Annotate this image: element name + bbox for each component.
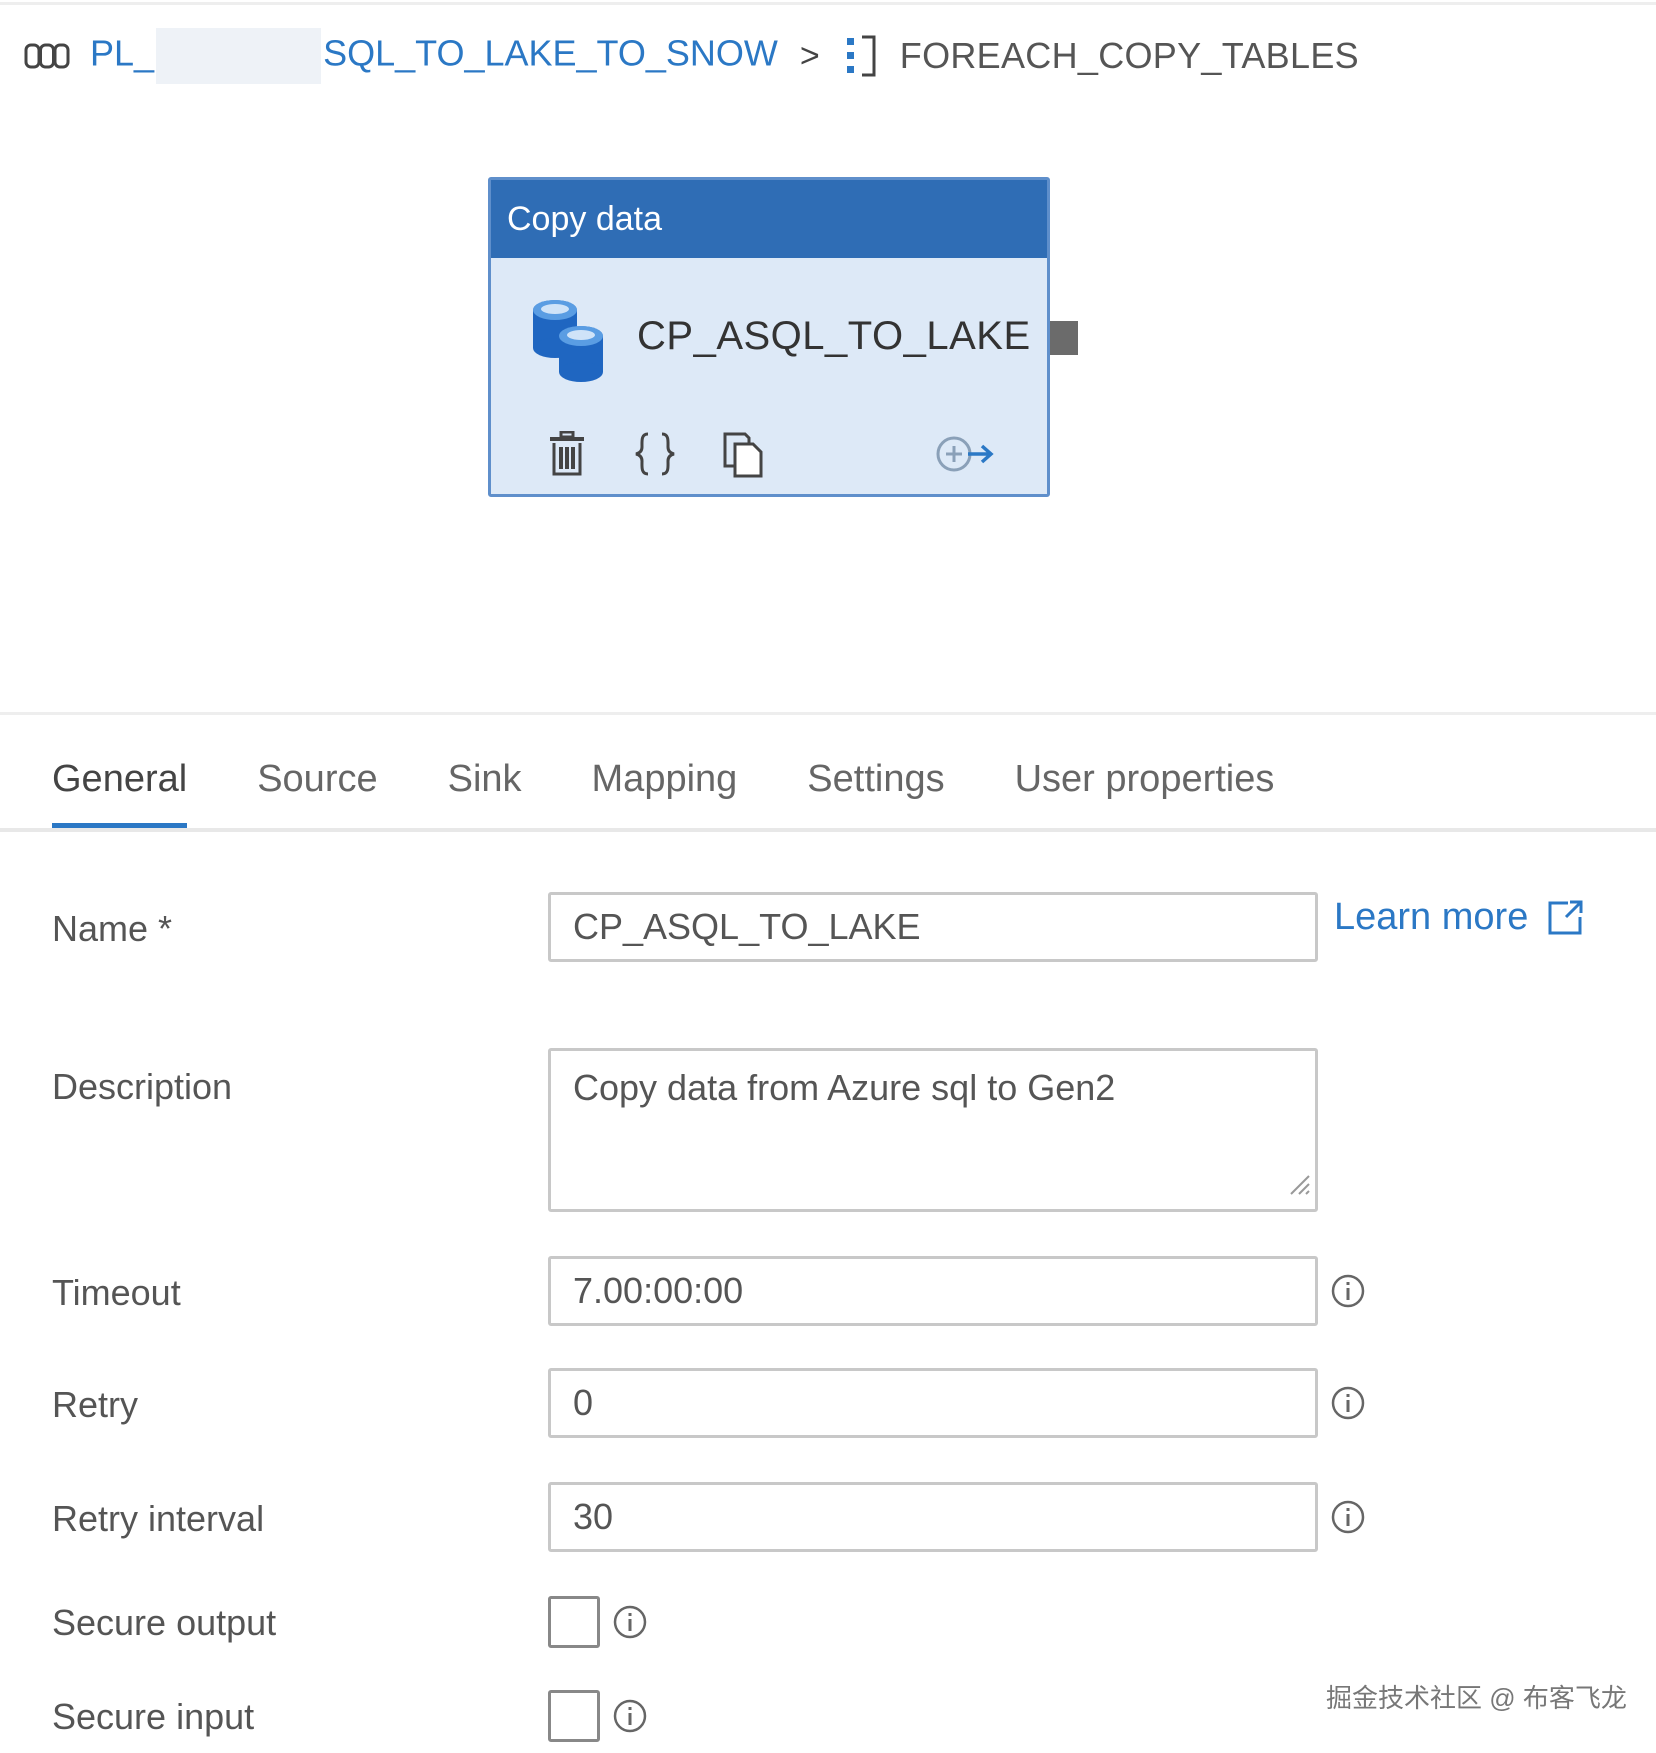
retry-interval-label: Retry interval — [52, 1498, 265, 1539]
name-label-text: Name — [52, 908, 149, 949]
resize-grip-icon[interactable] — [1285, 1163, 1311, 1205]
secure-input-info-icon[interactable] — [612, 1698, 648, 1734]
activity-name: CP_ASQL_TO_LAKE — [637, 314, 1031, 358]
breadcrumb-separator: > — [799, 36, 820, 75]
top-divider — [0, 2, 1656, 5]
timeout-info-icon[interactable] — [1330, 1273, 1366, 1309]
learn-more-text: Learn more — [1334, 896, 1529, 938]
breadcrumb-pipeline-prefix: PL_ — [90, 32, 155, 74]
retry-interval-info-icon[interactable] — [1330, 1499, 1366, 1535]
output-connector-handle[interactable] — [1050, 321, 1078, 355]
foreach-icon — [844, 34, 878, 78]
activity-card-body: CP_ASQL_TO_LAKE — [491, 258, 1047, 494]
redacted-region — [156, 28, 322, 84]
name-field[interactable]: CP_ASQL_TO_LAKE — [548, 892, 1318, 962]
description-label: Description — [52, 1066, 233, 1107]
breadcrumb-pipeline-link[interactable]: PL_ SQL_TO_LAKE_TO_SNOW — [90, 28, 778, 84]
canvas-divider — [0, 712, 1656, 715]
tab-source[interactable]: Source — [257, 752, 377, 828]
secure-input-label: Secure input — [52, 1696, 255, 1737]
clone-icon[interactable] — [717, 428, 769, 480]
delete-icon[interactable] — [541, 428, 593, 480]
retry-label: Retry — [52, 1384, 139, 1425]
breadcrumb-current: FOREACH_COPY_TABLES — [899, 35, 1359, 76]
add-output-icon[interactable] — [933, 428, 997, 480]
description-textarea[interactable]: Copy data from Azure sql to Gen2 — [548, 1048, 1318, 1212]
retry-info-icon[interactable] — [1330, 1385, 1366, 1421]
description-value: Copy data from Azure sql to Gen2 — [573, 1067, 1116, 1108]
breadcrumb: PL_ SQL_TO_LAKE_TO_SNOW > FOREACH_COPY_TA… — [24, 28, 1359, 84]
pipeline-icon — [24, 42, 70, 70]
copy-data-activity-card[interactable]: Copy data CP_ASQL_TO_LAKE — [488, 177, 1050, 497]
external-link-icon — [1546, 899, 1584, 937]
timeout-value: 7.00:00:00 — [573, 1270, 744, 1311]
secure-output-info-icon[interactable] — [612, 1604, 648, 1640]
tab-sink[interactable]: Sink — [448, 752, 522, 828]
tabs-divider — [0, 828, 1656, 832]
required-marker: * — [158, 908, 173, 949]
code-braces-icon[interactable] — [629, 428, 681, 480]
activity-actions — [541, 428, 769, 480]
name-label: Name * — [52, 908, 172, 950]
secure-output-label: Secure output — [52, 1602, 277, 1643]
database-icon — [527, 296, 609, 389]
retry-interval-field[interactable]: 30 — [548, 1482, 1318, 1552]
secure-output-checkbox[interactable] — [548, 1596, 600, 1648]
tab-mapping[interactable]: Mapping — [592, 752, 738, 828]
retry-value: 0 — [573, 1382, 594, 1423]
properties-tabs: General Source Sink Mapping Settings Use… — [52, 752, 1344, 828]
retry-field[interactable]: 0 — [548, 1368, 1318, 1438]
timeout-label: Timeout — [52, 1272, 181, 1313]
timeout-field[interactable]: 7.00:00:00 — [548, 1256, 1318, 1326]
tab-user-properties[interactable]: User properties — [1015, 752, 1275, 828]
activity-type-header: Copy data — [491, 180, 1047, 258]
secure-input-checkbox[interactable] — [548, 1690, 600, 1742]
tab-general[interactable]: General — [52, 752, 188, 828]
watermark: 掘金技术社区 @ 布客飞龙 — [1326, 1683, 1627, 1713]
tab-settings[interactable]: Settings — [807, 752, 944, 828]
retry-interval-value: 30 — [573, 1496, 614, 1537]
breadcrumb-pipeline-suffix: SQL_TO_LAKE_TO_SNOW — [323, 32, 778, 74]
name-field-value: CP_ASQL_TO_LAKE — [573, 906, 921, 947]
learn-more-link[interactable]: Learn more — [1334, 896, 1584, 939]
